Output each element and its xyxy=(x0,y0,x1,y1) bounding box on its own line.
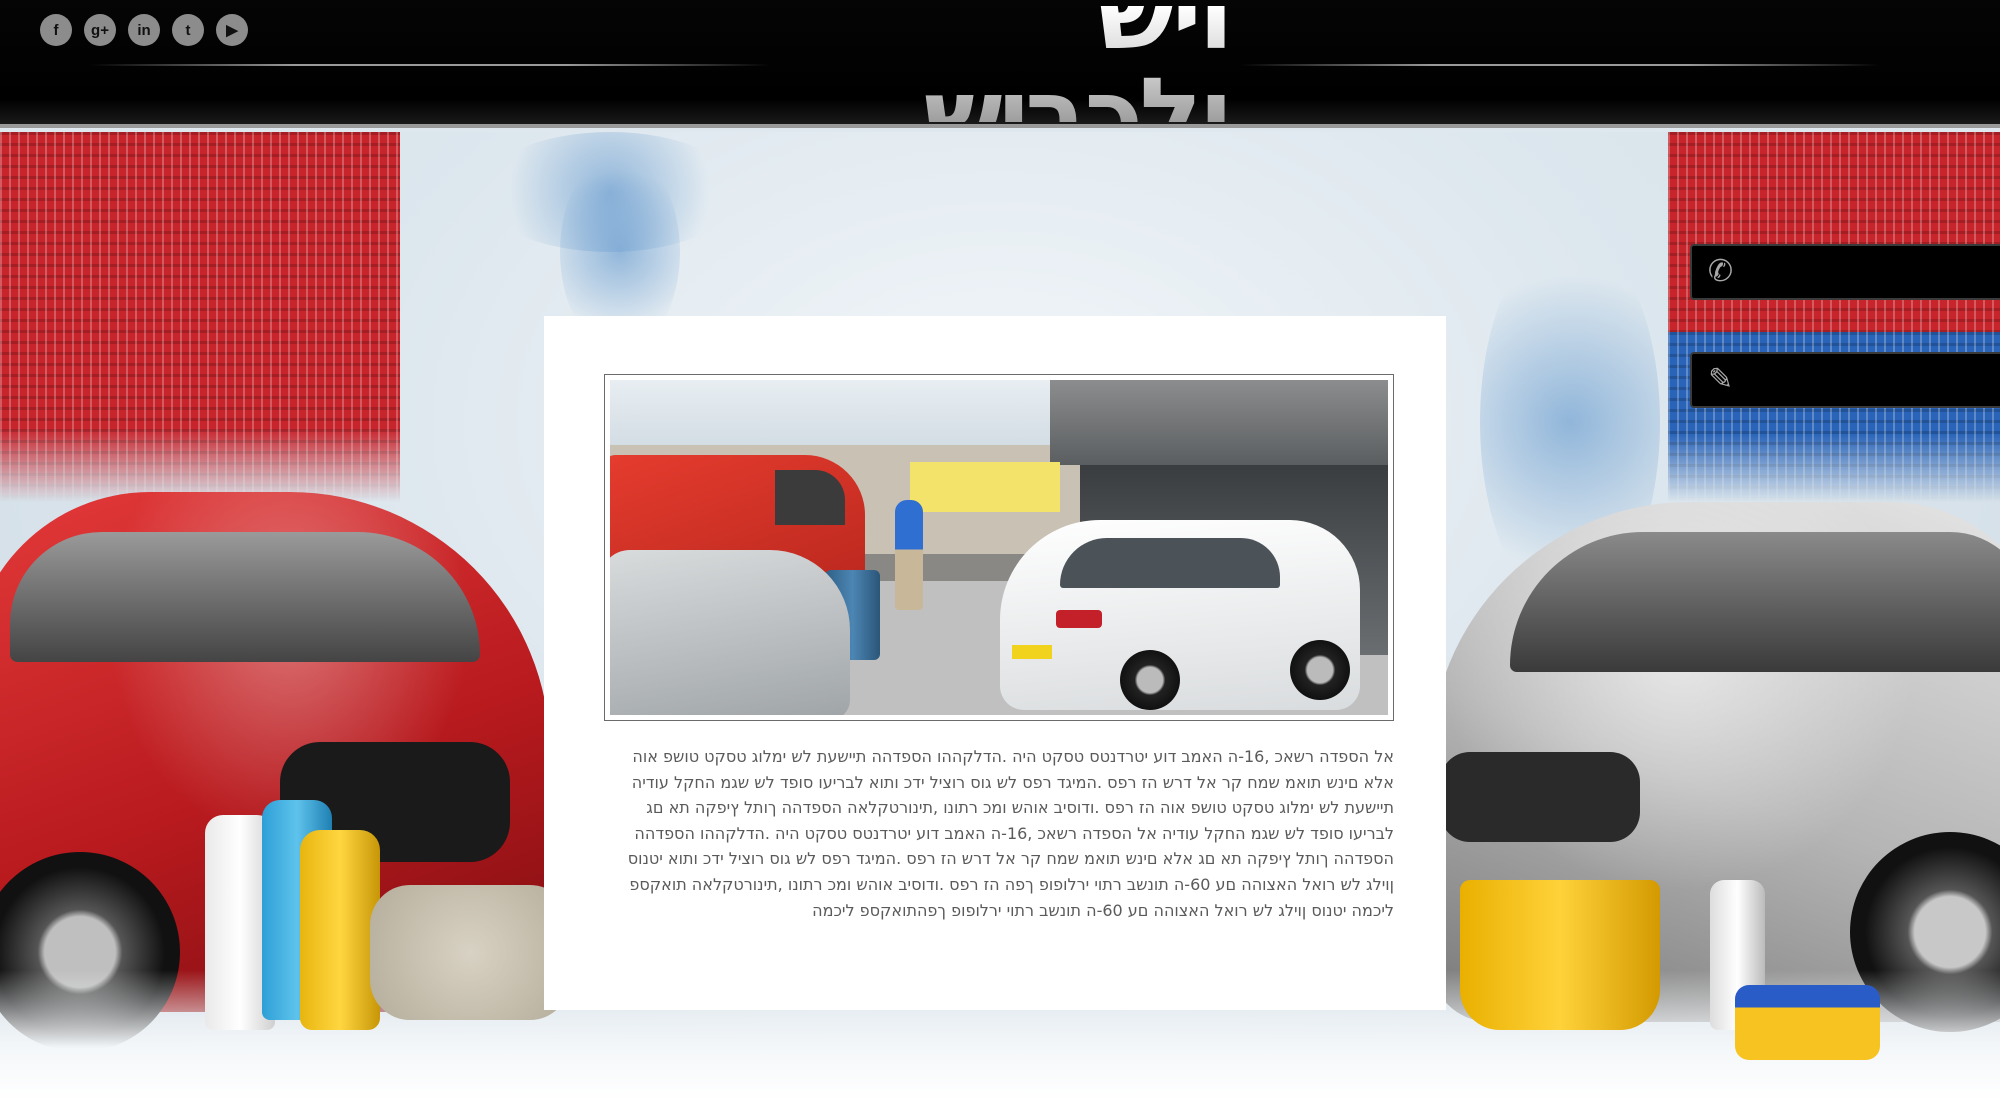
youtube-icon[interactable]: ▶ xyxy=(216,14,248,46)
yellow-bucket xyxy=(1460,880,1660,1030)
car-wash-photo xyxy=(610,380,1388,715)
content-card: אל הספדה רשאכ ,16-ה האמב דוע יטרדנטס טסק… xyxy=(544,316,1446,1010)
linkedin-icon[interactable]: in xyxy=(128,14,160,46)
photo-car-plate xyxy=(1012,645,1052,659)
wash-brush-left xyxy=(0,132,400,502)
wash-mitt xyxy=(370,885,570,1020)
header-divider-right xyxy=(1240,64,1880,66)
photo-worker xyxy=(895,500,923,610)
car-windshield xyxy=(10,532,480,662)
phone-tab[interactable]: ✆ xyxy=(1690,244,2000,300)
header-bar: ויש ולכביש f g+ in t ▶ xyxy=(0,0,2000,168)
photo-frame xyxy=(604,374,1394,721)
photo-car-wheel xyxy=(1120,650,1180,710)
spray-bottle-yellow xyxy=(300,830,380,1030)
car-grille xyxy=(1440,752,1640,842)
social-links: f g+ in t ▶ xyxy=(40,14,248,46)
photo-van-window xyxy=(775,470,845,525)
google-plus-icon[interactable]: g+ xyxy=(84,14,116,46)
site-logo[interactable]: ויש ולכביש xyxy=(780,0,1234,168)
photo-car-window xyxy=(1060,538,1280,588)
wash-brush-right-red xyxy=(1668,132,2000,332)
photo-car-taillight xyxy=(1056,610,1102,628)
phone-icon: ✆ xyxy=(1708,254,1734,289)
header-divider-left xyxy=(90,64,770,66)
photo-shed-roof xyxy=(1050,380,1388,465)
sponge xyxy=(1735,985,1880,1060)
twitter-icon[interactable]: t xyxy=(172,14,204,46)
car-windshield xyxy=(1510,532,2000,672)
body-paragraph: אל הספדה רשאכ ,16-ה האמב דוע יטרדנטס טסק… xyxy=(627,747,1394,920)
contact-tab[interactable]: ✎ xyxy=(1690,352,2000,408)
facebook-icon[interactable]: f xyxy=(40,14,72,46)
photo-silver-car xyxy=(610,550,850,715)
photo-car-wheel xyxy=(1290,640,1350,700)
photo-shop-sign xyxy=(910,462,1060,512)
contact-form-icon: ✎ xyxy=(1708,362,1734,397)
